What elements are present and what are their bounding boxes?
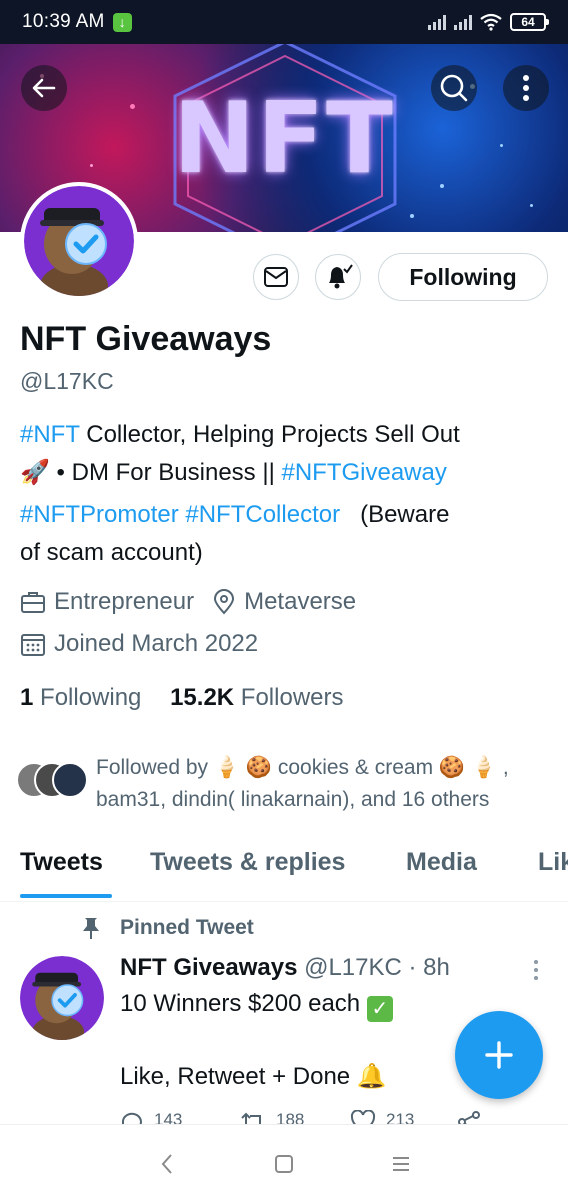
status-icons: 64 bbox=[428, 13, 549, 31]
tab-tweets-replies[interactable]: Tweets & replies bbox=[150, 848, 345, 877]
compose-tweet-button[interactable] bbox=[455, 1011, 543, 1099]
bio-text: • DM For Business || bbox=[49, 459, 282, 486]
followed-by-line: Followed by 🍦 🍪 cookies & cream 🍪 🍦 , bbox=[96, 756, 509, 779]
message-button[interactable] bbox=[253, 254, 299, 300]
menu-lines-icon bbox=[393, 1157, 409, 1171]
joined-text: Joined March 2022 bbox=[54, 630, 259, 657]
following-count-link[interactable]: 1 Following bbox=[20, 684, 141, 711]
tweet-author-name[interactable]: NFT Giveaways bbox=[120, 954, 297, 981]
following-label: Following bbox=[33, 684, 142, 711]
follower-avatar bbox=[52, 762, 88, 798]
check-mark-emoji-icon: ✓ bbox=[366, 995, 393, 1022]
followers-count: 15.2K bbox=[170, 684, 235, 711]
location-text: Metaverse bbox=[244, 588, 357, 615]
tweet-text-line: 10 Winners $200 each ✓ bbox=[120, 990, 393, 1022]
vertical-dots-icon bbox=[523, 75, 529, 101]
bell-check-icon bbox=[329, 264, 353, 289]
tab-media[interactable]: Media bbox=[406, 848, 477, 877]
bio-text: of scam account) bbox=[20, 539, 203, 566]
profession-text: Entrepreneur bbox=[54, 588, 195, 615]
nav-back-button[interactable] bbox=[152, 1149, 182, 1179]
tweet-more-icon[interactable] bbox=[528, 958, 544, 982]
pin-icon bbox=[83, 918, 99, 939]
rocket-emoji: 🚀 bbox=[20, 459, 50, 486]
tweet-header: NFT Giveaways @L17KC · 8h bbox=[120, 954, 450, 982]
ape-avatar-image bbox=[20, 956, 104, 1040]
tab-tweets[interactable]: Tweets bbox=[20, 848, 103, 877]
back-button[interactable] bbox=[21, 65, 67, 111]
profile-tabs: Tweets Tweets & replies Media Likes bbox=[0, 838, 568, 902]
envelope-icon bbox=[264, 267, 288, 287]
followers-count-link[interactable]: 15.2K Followers bbox=[170, 684, 343, 711]
following-button[interactable]: Following bbox=[378, 253, 548, 301]
follow-counts: 1 Following 15.2K Followers bbox=[20, 684, 343, 712]
joined-row: Joined March 2022 bbox=[20, 630, 258, 658]
tweet-text: 10 Winners $200 each bbox=[120, 990, 361, 1017]
tweet-author-avatar[interactable] bbox=[20, 956, 104, 1040]
pinned-tweet-label: Pinned Tweet bbox=[80, 916, 254, 940]
signal-icon-2 bbox=[454, 14, 472, 30]
notifications-button[interactable] bbox=[315, 254, 361, 300]
ape-avatar-image bbox=[24, 186, 134, 296]
profile-name: NFT Giveaways bbox=[20, 320, 272, 358]
profile-avatar[interactable] bbox=[20, 182, 138, 300]
status-bar: 10:39 AM ↓ 64 bbox=[0, 0, 568, 44]
tweet-text: Like, Retweet + Done 🔔 bbox=[120, 1063, 387, 1090]
pinned-tweet-text: Pinned Tweet bbox=[120, 916, 254, 939]
location-pin-icon bbox=[214, 589, 235, 615]
briefcase-icon bbox=[21, 592, 45, 613]
tweet-text-line: Like, Retweet + Done 🔔 bbox=[120, 1062, 387, 1091]
nav-home-button[interactable] bbox=[269, 1149, 299, 1179]
chevron-left-icon bbox=[161, 1154, 172, 1174]
search-icon bbox=[440, 74, 468, 102]
tweet-author-handle[interactable]: @L17KC bbox=[304, 954, 402, 981]
active-tab-indicator bbox=[20, 894, 112, 898]
hashtag-link[interactable]: #NFTGiveaway bbox=[281, 459, 446, 486]
profile-handle: @L17KC bbox=[20, 368, 114, 394]
system-navigation-bar bbox=[0, 1124, 568, 1200]
signal-icon bbox=[428, 14, 446, 30]
back-arrow-icon bbox=[32, 78, 56, 98]
profile-meta-row: Entrepreneur Metaverse bbox=[20, 588, 356, 616]
square-home-icon bbox=[275, 1155, 293, 1173]
wifi-icon bbox=[480, 13, 502, 31]
search-button[interactable] bbox=[431, 65, 477, 111]
plus-icon bbox=[485, 1041, 513, 1069]
more-options-button[interactable] bbox=[503, 65, 549, 111]
nav-recents-button[interactable] bbox=[386, 1149, 416, 1179]
hashtag-link[interactable]: #NFTPromoter bbox=[20, 501, 179, 528]
followed-by-section[interactable]: Followed by 🍦 🍪 cookies & cream 🍪 🍦 , ba… bbox=[16, 752, 556, 816]
calendar-icon bbox=[21, 634, 45, 656]
battery-icon: 64 bbox=[510, 13, 549, 31]
status-time: 10:39 AM bbox=[22, 11, 105, 32]
bio-text: (Beware bbox=[340, 501, 450, 528]
profile-bio: #NFT Collector, Helping Projects Sell Ou… bbox=[20, 416, 550, 572]
hashtag-link[interactable]: #NFT bbox=[20, 421, 80, 448]
tweet-time: · 8h bbox=[401, 954, 450, 981]
download-arrow-icon: ↓ bbox=[112, 12, 132, 32]
tab-likes[interactable]: Likes bbox=[538, 848, 568, 877]
banner-nft-text: NFT bbox=[173, 82, 395, 196]
followers-label: Followers bbox=[234, 684, 344, 711]
hashtag-link[interactable]: #NFTCollector bbox=[185, 501, 340, 528]
following-count: 1 bbox=[20, 684, 34, 711]
bio-text: Collector, Helping Projects Sell Out bbox=[79, 421, 460, 448]
followed-by-line: bam31, dindin( linakarnain), and 16 othe… bbox=[96, 788, 490, 811]
followed-by-text: Followed by 🍦 🍪 cookies & cream 🍪 🍦 , ba… bbox=[96, 752, 556, 816]
